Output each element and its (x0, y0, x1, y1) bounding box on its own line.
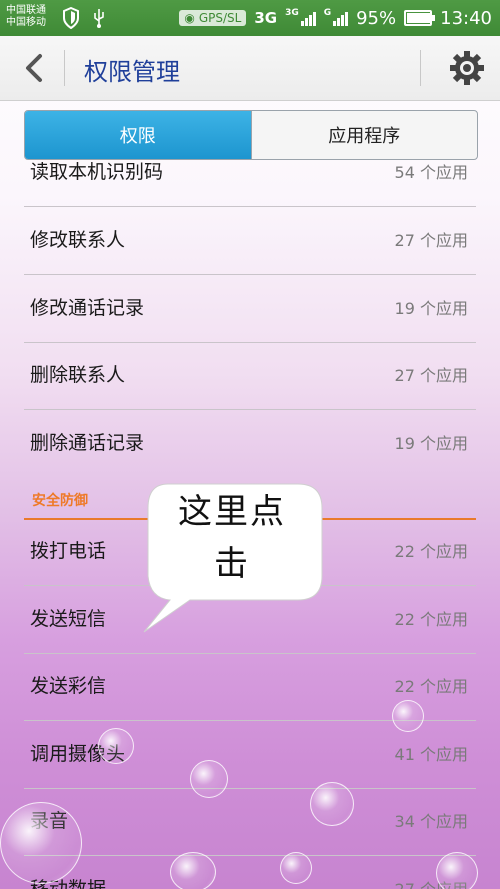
title-bar: 权限管理 (0, 36, 500, 101)
decorative-bubble (310, 782, 354, 826)
shield-icon (63, 7, 79, 29)
network-type-3: G (323, 8, 332, 18)
decorative-bubble (280, 852, 312, 884)
list-item-name: 发送彩信 (30, 675, 107, 697)
gear-icon[interactable] (448, 49, 486, 87)
section-title: 安全防御 (32, 493, 88, 509)
location-icon: ◉ (184, 11, 195, 25)
tab-applications[interactable]: 应用程序 (250, 111, 478, 159)
status-bar: 中国联通 中国移动 ◉ GPS/SL 3G 3G G 95% 13:40 (0, 0, 500, 36)
carrier-1: 中国联通 (6, 5, 46, 16)
list-item[interactable]: 移动数据 27 个应用 (24, 856, 476, 889)
decorative-bubble (0, 802, 82, 884)
status-indicators: ◉ GPS/SL 3G 3G G 95% 13:40 (179, 0, 492, 36)
usb-icon (94, 9, 104, 28)
page-title: 权限管理 (84, 58, 180, 86)
clock: 13:40 (440, 7, 492, 29)
segmented-tabs: 权限 应用程序 (24, 110, 478, 160)
battery-percent: 95% (356, 7, 397, 29)
list-item-count: 27 个应用 (394, 231, 468, 250)
battery-icon (404, 10, 436, 26)
carrier-names: 中国联通 中国移动 (6, 5, 46, 29)
list-item-name: 修改联系人 (30, 229, 126, 251)
list-item-count: 54 个应用 (394, 163, 468, 182)
list-item[interactable]: 删除通话记录 19 个应用 (24, 410, 476, 477)
annotation-line-1: 这里点 (178, 492, 286, 532)
annotation-text: 这里点 击 (148, 486, 316, 590)
list-item[interactable]: 录音 34 个应用 (24, 788, 476, 856)
list-item-name: 读取本机识别码 (30, 162, 164, 183)
list-item-name: 删除联系人 (30, 364, 126, 386)
network-type-2: 3G (285, 8, 299, 18)
list-item-count: 22 个应用 (394, 542, 468, 561)
decorative-bubble (98, 728, 134, 764)
signal-icon-1 (300, 10, 316, 26)
list-item-name: 拨打电话 (30, 540, 107, 562)
list-item-count: 34 个应用 (394, 812, 468, 831)
network-type-1: 3G (254, 9, 278, 27)
list-item[interactable]: 读取本机识别码 54 个应用 (24, 162, 476, 207)
annotation-line-2: 击 (214, 544, 250, 584)
list-item-count: 27 个应用 (394, 366, 468, 385)
location-label: GPS/SL (198, 11, 242, 25)
location-indicator: ◉ GPS/SL (179, 10, 247, 26)
header-divider-left (64, 50, 65, 86)
list-item-count: 19 个应用 (394, 299, 468, 318)
list-item-count: 19 个应用 (394, 434, 468, 453)
decorative-bubble (392, 700, 424, 732)
list-item-count: 22 个应用 (394, 610, 468, 629)
decorative-bubble (170, 852, 216, 889)
decorative-bubble (190, 760, 228, 798)
decorative-bubble (436, 852, 478, 889)
signal-icon-2 (333, 10, 349, 26)
back-arrow-icon[interactable] (18, 50, 50, 86)
list-item[interactable]: 修改通话记录 19 个应用 (24, 275, 476, 343)
list-item-name: 删除通话记录 (30, 432, 145, 454)
list-item-name: 发送短信 (30, 608, 107, 630)
tab-permissions[interactable]: 权限 (25, 111, 251, 159)
header-divider-right (420, 50, 421, 86)
list-item-name: 修改通话记录 (30, 297, 145, 319)
battery-fill (407, 13, 430, 23)
list-item[interactable]: 删除联系人 27 个应用 (24, 342, 476, 410)
list-item[interactable]: 修改联系人 27 个应用 (24, 207, 476, 275)
carrier-2: 中国移动 (6, 17, 46, 28)
